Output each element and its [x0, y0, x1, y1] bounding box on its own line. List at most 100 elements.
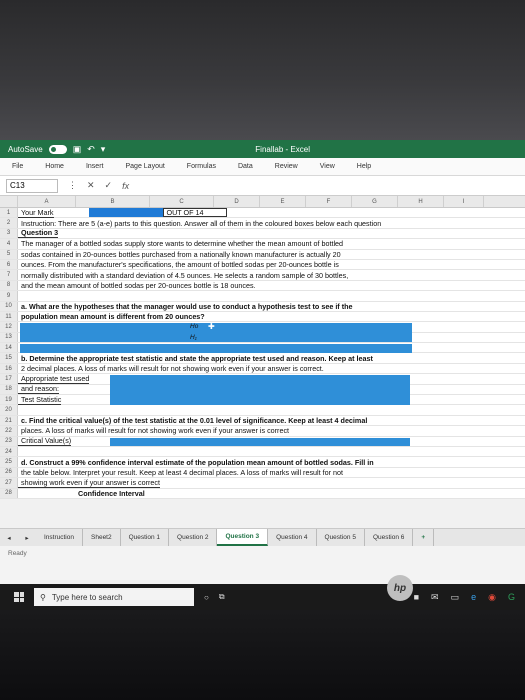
- cell-text[interactable]: c. Find the critical value(s) of the tes…: [18, 416, 367, 425]
- row-number[interactable]: 24: [0, 446, 18, 457]
- scroll-left-icon[interactable]: ◂: [0, 534, 18, 542]
- row-number[interactable]: 23: [0, 436, 18, 446]
- row-number[interactable]: 19: [0, 395, 18, 405]
- row-number[interactable]: 11: [0, 311, 18, 322]
- cell-text[interactable]: Your Mark: [18, 208, 54, 218]
- column-header-a[interactable]: A: [18, 196, 76, 207]
- column-header-i[interactable]: I: [444, 196, 484, 207]
- row-number[interactable]: 16: [0, 363, 18, 374]
- row-number[interactable]: 15: [0, 353, 18, 363]
- store-icon[interactable]: ■: [414, 592, 419, 603]
- row-number[interactable]: 12: [0, 322, 18, 332]
- cell-text[interactable]: Test Statistic: [18, 395, 62, 405]
- column-header-c[interactable]: C: [150, 196, 214, 207]
- row-number[interactable]: 8: [0, 280, 18, 291]
- app-icon[interactable]: ◉: [488, 592, 496, 603]
- cell-text[interactable]: ounces. From the manufacturer's specific…: [18, 260, 339, 269]
- row-number[interactable]: 9: [0, 291, 18, 301]
- cell-text[interactable]: The manager of a bottled sodas supply st…: [18, 239, 343, 248]
- ribbon-tab-review[interactable]: Review: [275, 163, 298, 170]
- mail-icon[interactable]: ✉: [431, 592, 439, 603]
- cell-text[interactable]: Critical Value(s): [18, 436, 72, 447]
- sheet-tab-question-5[interactable]: Question 5: [317, 529, 365, 546]
- cell-text[interactable]: and the mean amount of bottled sodas per…: [18, 281, 256, 290]
- cell-text[interactable]: places. A loss of marks will result for …: [18, 426, 289, 435]
- cell-text[interactable]: d. Construct a 99% confidence interval e…: [18, 458, 374, 467]
- column-header-d[interactable]: D: [214, 196, 260, 207]
- row-number[interactable]: 2: [0, 218, 18, 228]
- scroll-right-icon[interactable]: ▸: [18, 534, 36, 542]
- sheet-tab-question-6[interactable]: Question 6: [365, 529, 414, 546]
- cell-text[interactable]: Confidence Interval: [18, 489, 145, 498]
- sheet-tab-question-3[interactable]: Question 3: [217, 529, 269, 546]
- ribbon-tab-home[interactable]: Home: [45, 163, 64, 170]
- row-number[interactable]: 20: [0, 405, 18, 415]
- undo-icon[interactable]: ↶: [87, 144, 95, 155]
- folder-icon[interactable]: ▭: [451, 592, 460, 603]
- row-number[interactable]: 22: [0, 426, 18, 436]
- sheet-tab-sheet2[interactable]: Sheet2: [83, 529, 121, 546]
- row-number[interactable]: 10: [0, 301, 18, 311]
- edge-icon[interactable]: e: [471, 592, 476, 603]
- sheet-tab-question-2[interactable]: Question 2: [169, 529, 218, 546]
- dropdown-icon[interactable]: ⋮: [68, 180, 77, 191]
- row-number[interactable]: 3: [0, 228, 18, 239]
- cell-text[interactable]: and reason:: [18, 384, 59, 395]
- row-number[interactable]: 28: [0, 488, 18, 498]
- cell-text[interactable]: normally distributed with a standard dev…: [18, 271, 348, 280]
- ribbon-tab-file[interactable]: File: [12, 163, 23, 170]
- row-number[interactable]: 5: [0, 249, 18, 259]
- add-sheet-button[interactable]: +: [413, 529, 435, 546]
- row-number[interactable]: 18: [0, 384, 18, 395]
- sheet-tab-question-4[interactable]: Question 4: [268, 529, 317, 546]
- cell-text[interactable]: a. What are the hypotheses that the mana…: [18, 302, 352, 311]
- column-header-b[interactable]: B: [76, 196, 150, 207]
- row-number[interactable]: 21: [0, 415, 18, 426]
- column-header-f[interactable]: F: [306, 196, 352, 207]
- customize-icon[interactable]: ▾: [101, 144, 106, 155]
- column-header-h[interactable]: H: [398, 196, 444, 207]
- test-answer-box[interactable]: [110, 375, 410, 405]
- autosave-toggle[interactable]: [48, 144, 67, 154]
- cancel-icon[interactable]: ✕: [87, 180, 95, 191]
- ribbon-tab-view[interactable]: View: [320, 163, 335, 170]
- answer-divider[interactable]: [20, 344, 412, 353]
- ribbon-tab-page-layout[interactable]: Page Layout: [125, 163, 164, 170]
- windows-start-icon[interactable]: [14, 592, 24, 602]
- row-number[interactable]: 17: [0, 374, 18, 384]
- row-number[interactable]: 6: [0, 259, 18, 270]
- mark-input-box[interactable]: [88, 208, 163, 218]
- formula-input[interactable]: [139, 179, 525, 193]
- save-icon[interactable]: ▣: [73, 144, 82, 155]
- cell-text[interactable]: Appropriate test used: [18, 374, 90, 384]
- excel-icon[interactable]: G: [508, 592, 515, 603]
- cell-text[interactable]: 2 decimal places. A loss of marks will r…: [18, 364, 324, 373]
- cell-text[interactable]: population mean amount is different from…: [18, 312, 205, 321]
- cell-text[interactable]: the table below. Interpret your result. …: [18, 468, 343, 477]
- ribbon-tab-insert[interactable]: Insert: [86, 163, 104, 170]
- cell-text[interactable]: sodas contained in 20-ounces bottles pur…: [18, 250, 341, 259]
- confirm-icon[interactable]: ✓: [105, 180, 113, 191]
- select-all[interactable]: [0, 196, 18, 207]
- sheet-tab-question-1[interactable]: Question 1: [121, 529, 170, 546]
- cell-text[interactable]: Question 3: [18, 228, 59, 239]
- hypotheses-answer-box[interactable]: [20, 323, 412, 343]
- name-box[interactable]: C13: [6, 178, 58, 193]
- row-number[interactable]: 26: [0, 467, 18, 478]
- row-number[interactable]: 1: [0, 208, 18, 218]
- task-view-icon[interactable]: ⧉: [219, 592, 225, 602]
- row-number[interactable]: 13: [0, 332, 18, 343]
- cell-text[interactable]: b. Determine the appropriate test statis…: [18, 354, 373, 363]
- row-number[interactable]: 4: [0, 239, 18, 249]
- taskbar-search[interactable]: ⚲ Type here to search: [34, 588, 194, 606]
- row-number[interactable]: 7: [0, 270, 18, 280]
- ribbon-tab-help[interactable]: Help: [357, 163, 371, 170]
- cell-text[interactable]: showing work even if your answer is corr…: [18, 478, 161, 488]
- row-number[interactable]: 27: [0, 478, 18, 488]
- row-number[interactable]: 25: [0, 457, 18, 467]
- critical-value-answer-box[interactable]: [110, 437, 410, 447]
- ribbon-tab-data[interactable]: Data: [238, 163, 253, 170]
- column-header-g[interactable]: G: [352, 196, 398, 207]
- cell-text[interactable]: Instruction: There are 5 (a-e) parts to …: [18, 219, 381, 228]
- cortana-icon[interactable]: ○: [204, 593, 209, 602]
